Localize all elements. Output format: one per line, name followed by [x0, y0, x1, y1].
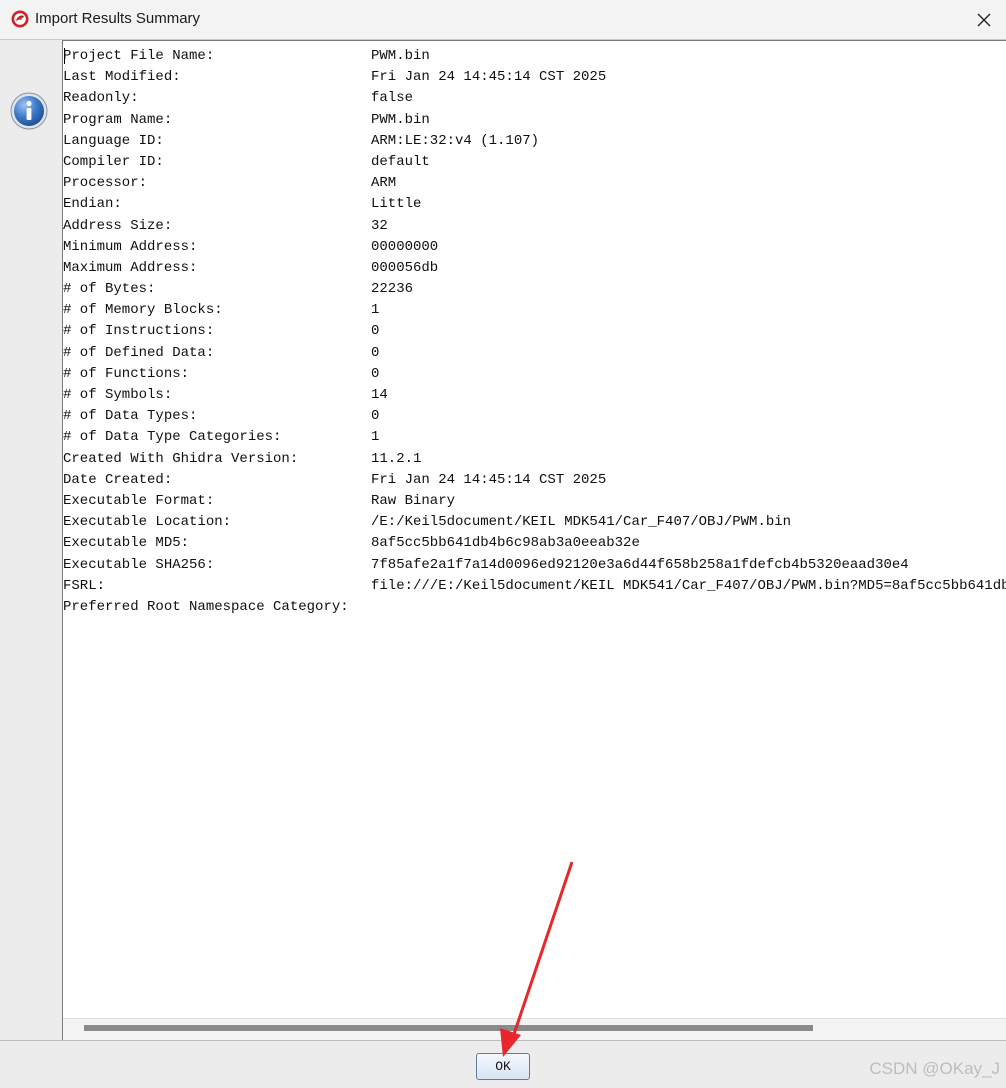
scrollbar-thumb[interactable]	[84, 1025, 813, 1031]
ghidra-dragon-icon	[11, 10, 29, 28]
button-bar: OK	[0, 1040, 1006, 1088]
summary-row: # of Instructions: 0	[63, 321, 1006, 342]
summary-value: 7f85afe2a1f7a14d0096ed92120e3a6d44f658b2…	[371, 556, 909, 573]
summary-value: 1	[371, 302, 380, 319]
summary-key: Minimum Address:	[63, 238, 198, 255]
summary-value: 1	[371, 429, 380, 446]
summary-row: Processor: ARM	[63, 173, 1006, 194]
summary-row: # of Bytes: 22236	[63, 279, 1006, 300]
ok-button[interactable]: OK	[476, 1053, 530, 1080]
summary-row: Executable Format: Raw Binary	[63, 491, 1006, 512]
summary-key: Executable MD5:	[63, 535, 190, 552]
summary-row: # of Memory Blocks: 1	[63, 300, 1006, 321]
summary-key: Executable Format:	[63, 492, 215, 509]
summary-value: 00000000	[371, 238, 439, 255]
summary-row: Project File Name: PWM.bin	[63, 46, 1006, 67]
summary-key: # of Data Types:	[63, 408, 198, 425]
summary-value: PWM.bin	[371, 111, 430, 128]
summary-row: Executable Location: /E:/Keil5document/KE…	[63, 512, 1006, 533]
summary-row: # of Symbols: 14	[63, 385, 1006, 406]
summary-row: Executable SHA256: 7f85afe2a1f7a14d0096ed…	[63, 555, 1006, 576]
summary-row: Last Modified: Fri Jan 24 14:45:14 CST 20…	[63, 67, 1006, 88]
summary-key: Date Created:	[63, 471, 173, 488]
summary-key: Endian:	[63, 196, 122, 213]
summary-value: 0	[371, 365, 380, 382]
summary-row: Executable MD5: 8af5cc5bb641db4b6c98ab3a0…	[63, 533, 1006, 554]
summary-key: # of Functions:	[63, 365, 190, 382]
summary-key: # of Instructions:	[63, 323, 215, 340]
summary-key: # of Memory Blocks:	[63, 302, 223, 319]
summary-row: Readonly: false	[63, 88, 1006, 109]
summary-value: default	[371, 153, 430, 170]
summary-key: Compiler ID:	[63, 153, 164, 170]
summary-text-area[interactable]: Project File Name: PWM.bin Last Modified: F…	[62, 40, 1006, 1040]
summary-value: 000056db	[371, 259, 439, 276]
info-icon	[10, 92, 48, 130]
summary-key: Program Name:	[63, 111, 173, 128]
summary-rows: Project File Name: PWM.bin Last Modified: F…	[63, 46, 1006, 618]
summary-row: Preferred Root Namespace Category:	[63, 597, 1006, 618]
summary-key: Project File Name:	[63, 48, 215, 64]
summary-row: Endian: Little	[63, 194, 1006, 215]
title-bar: Import Results Summary	[0, 0, 1006, 40]
close-button[interactable]	[962, 0, 1006, 39]
icon-panel	[0, 40, 62, 1040]
summary-key: Processor:	[63, 175, 148, 192]
summary-key: # of Data Type Categories:	[63, 429, 282, 446]
window-title: Import Results Summary	[35, 10, 201, 27]
summary-value: /E:/Keil5document/KEIL MDK541/Car_F407/O…	[371, 514, 792, 531]
summary-value: 14	[371, 387, 388, 403]
summary-row: Maximum Address: 000056db	[63, 258, 1006, 279]
summary-row: # of Data Type Categories: 1	[63, 427, 1006, 448]
summary-value: Fri Jan 24 14:45:14 CST 2025	[371, 471, 607, 488]
summary-row: # of Functions: 0	[63, 364, 1006, 385]
summary-key: Created With Ghidra Version:	[63, 450, 299, 467]
summary-key: Last Modified:	[63, 69, 181, 86]
summary-key: # of Symbols:	[63, 387, 173, 403]
close-icon	[977, 13, 991, 26]
summary-key: # of Defined Data:	[63, 344, 215, 361]
summary-value: 0	[371, 323, 380, 340]
summary-value: ARM:LE:32:v4 (1.107)	[371, 132, 540, 149]
summary-key: Readonly:	[63, 90, 139, 107]
summary-value: PWM.bin	[371, 48, 430, 64]
summary-row: # of Defined Data: 0	[63, 343, 1006, 364]
summary-key: Maximum Address:	[63, 259, 198, 276]
summary-row: Language ID: ARM:LE:32:v4 (1.107)	[63, 131, 1006, 152]
summary-value: 8af5cc5bb641db4b6c98ab3a0eeab32e	[371, 535, 640, 552]
summary-row: FSRL: file:///E:/Keil5document/KEIL MDK54…	[63, 576, 1006, 597]
summary-row: Program Name: PWM.bin	[63, 110, 1006, 131]
summary-key: Preferred Root Namespace Category:	[63, 598, 349, 615]
watermark: CSDN @OKay_J	[869, 1059, 1000, 1078]
summary-row: Minimum Address: 00000000	[63, 237, 1006, 258]
summary-value: 22236	[371, 281, 414, 298]
summary-value: Fri Jan 24 14:45:14 CST 2025	[371, 69, 607, 86]
summary-key: FSRL:	[63, 577, 106, 594]
summary-value: 32	[371, 217, 388, 234]
summary-row: Compiler ID: default	[63, 152, 1006, 173]
summary-row: Created With Ghidra Version: 11.2.1	[63, 449, 1006, 470]
summary-value: 0	[371, 408, 380, 425]
summary-value: Raw Binary	[371, 492, 456, 509]
summary-key: Executable SHA256:	[63, 556, 215, 573]
summary-value: 11.2.1	[371, 450, 422, 467]
summary-value: 0	[371, 344, 380, 361]
summary-row: Date Created: Fri Jan 24 14:45:14 CST 202…	[63, 470, 1006, 491]
summary-value: Little	[371, 196, 422, 213]
summary-row: # of Data Types: 0	[63, 406, 1006, 427]
summary-value: false	[371, 90, 414, 107]
summary-value: ARM	[371, 175, 397, 192]
summary-value: file:///E:/Keil5document/KEIL MDK541/Car…	[371, 577, 1006, 594]
horizontal-scrollbar[interactable]	[63, 1018, 1006, 1040]
summary-key: # of Bytes:	[63, 281, 156, 298]
summary-row: Address Size: 32	[63, 216, 1006, 237]
summary-key: Address Size:	[63, 217, 173, 234]
summary-key: Language ID:	[63, 132, 164, 149]
summary-key: Executable Location:	[63, 514, 232, 531]
